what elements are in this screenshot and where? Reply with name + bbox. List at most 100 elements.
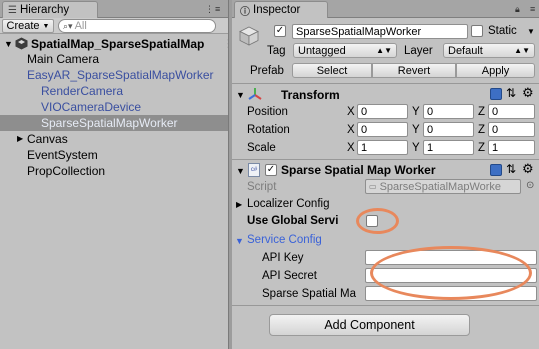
axis-y-label: Y	[412, 142, 420, 154]
hierarchy-item-main-camera[interactable]: Main Camera	[27, 52, 99, 66]
hierarchy-search-input[interactable]: ⌕▾ All	[58, 19, 216, 33]
search-icon: ⌕▾	[63, 20, 73, 31]
transform-row-label: Position	[247, 106, 288, 118]
axis-z-label: Z	[478, 124, 486, 136]
tab-inspector[interactable]: ⓘ Inspector	[234, 1, 328, 18]
axis-y-label: Y	[412, 124, 420, 136]
create-label: Create	[6, 20, 40, 32]
hierarchy-list-icon: ☰	[8, 4, 17, 16]
prefab-select-button[interactable]: Select	[292, 63, 372, 78]
component-gear-icon[interactable]: ⚙	[522, 161, 534, 177]
rotation-y-field[interactable]: 0	[423, 122, 474, 137]
separator	[232, 83, 539, 84]
scene-expand-icon[interactable]: ▼	[4, 39, 13, 49]
tab-hierarchy-label: Hierarchy	[19, 4, 70, 16]
transform-title[interactable]: Transform	[281, 88, 340, 102]
script-label: Script	[247, 181, 277, 193]
service-config-expand-icon[interactable]: ▼	[235, 236, 244, 246]
rotation-y-value: 0	[427, 123, 434, 136]
scale-y-field[interactable]: 1	[423, 140, 474, 155]
rotation-z-value: 0	[492, 123, 499, 136]
preset-sliders-icon[interactable]: ⇅	[506, 162, 516, 176]
scale-x-value: 1	[361, 141, 368, 154]
layer-label: Layer	[404, 45, 433, 57]
preset-sliders-icon[interactable]: ⇅	[506, 86, 516, 100]
tab-hierarchy[interactable]: ☰ Hierarchy	[2, 1, 98, 18]
inspector-panel-menu-icon[interactable]: ≡	[530, 4, 536, 14]
use-global-service-label: Use Global Servi	[247, 215, 339, 227]
info-icon: ⓘ	[240, 6, 250, 18]
position-z-field[interactable]: 0	[488, 104, 535, 119]
rotation-x-value: 0	[361, 123, 368, 136]
static-dropdown-icon[interactable]: ▼	[527, 27, 535, 36]
api-key-input[interactable]	[365, 250, 537, 265]
prefab-revert-button[interactable]: Revert	[372, 63, 456, 78]
prefab-apply-button[interactable]: Apply	[456, 63, 535, 78]
create-button[interactable]: Create ▼	[2, 19, 54, 33]
help-book-icon[interactable]	[490, 88, 502, 100]
localizer-expand-icon[interactable]: ▶	[236, 200, 242, 209]
prefab-label: Prefab	[250, 65, 284, 77]
static-checkbox[interactable]	[471, 25, 483, 37]
hierarchy-item-sparse-worker[interactable]: SparseSpatialMapWorker	[41, 116, 178, 130]
api-secret-input[interactable]	[365, 268, 537, 283]
worker-title[interactable]: Sparse Spatial Map Worker	[281, 163, 466, 177]
add-component-label: Add Component	[324, 318, 415, 332]
hierarchy-panel-menu-icon[interactable]: ⋮≡	[205, 4, 221, 15]
component-gear-icon[interactable]: ⚙	[522, 85, 534, 101]
object-active-checkbox[interactable]: ✓	[274, 25, 286, 37]
object-picker-icon[interactable]: ⊙	[526, 180, 534, 191]
hierarchy-item-event-system[interactable]: EventSystem	[27, 148, 98, 162]
localizer-config-label[interactable]: Localizer Config	[247, 198, 329, 210]
object-name-value: SparseSpatialMapWorker	[296, 25, 422, 38]
prefab-apply-label: Apply	[481, 64, 510, 77]
position-x-value: 0	[361, 105, 368, 118]
api-key-label: API Key	[262, 252, 304, 264]
scale-z-field[interactable]: 1	[488, 140, 535, 155]
axis-y-label: Y	[412, 106, 420, 118]
script-file-icon: c#	[248, 163, 260, 177]
position-y-field[interactable]: 0	[423, 104, 474, 119]
gameobject-cube-icon	[238, 25, 260, 47]
hierarchy-item-easyar-worker[interactable]: EasyAR_SparseSpatialMapWorker	[27, 68, 214, 82]
hierarchy-item-prop-collection[interactable]: PropCollection	[27, 164, 105, 178]
lock-icon[interactable]: 🔒︎	[515, 4, 521, 15]
rotation-z-field[interactable]: 0	[488, 122, 535, 137]
worker-expand-icon[interactable]: ▼	[236, 166, 245, 176]
chevron-updown-icon: ▲▼	[376, 46, 392, 55]
separator	[232, 159, 539, 160]
transform-axes-icon	[247, 87, 263, 101]
help-book-icon[interactable]	[490, 164, 502, 176]
canvas-expand-icon[interactable]: ▶	[17, 134, 23, 143]
position-x-field[interactable]: 0	[357, 104, 408, 119]
worker-enabled-checkbox[interactable]: ✓	[265, 164, 277, 176]
worker-title-text: Sparse Spatial Map Worker	[281, 163, 436, 177]
add-component-button[interactable]: Add Component	[269, 314, 470, 336]
scale-x-field[interactable]: 1	[357, 140, 408, 155]
axis-z-label: Z	[478, 106, 486, 118]
tag-value: Untagged	[298, 44, 346, 57]
tag-dropdown[interactable]: Untagged ▲▼	[293, 43, 397, 58]
sparse-spatial-map-label: Sparse Spatial Ma	[262, 288, 356, 300]
transform-row-label: Rotation	[247, 124, 290, 136]
axis-x-label: X	[347, 124, 355, 136]
service-config-label[interactable]: Service Config	[247, 234, 322, 246]
script-value: SparseSpatialMapWorke	[379, 180, 502, 193]
axis-x-label: X	[347, 142, 355, 154]
object-name-field[interactable]: SparseSpatialMapWorker	[292, 24, 468, 39]
use-global-service-checkbox[interactable]	[366, 215, 378, 227]
hierarchy-item-render-camera[interactable]: RenderCamera	[41, 84, 123, 98]
scene-name[interactable]: SpatialMap_SparseSpatialMap	[31, 37, 204, 51]
hierarchy-item-vio-camera-device[interactable]: VIOCameraDevice	[41, 100, 141, 114]
panel-splitter[interactable]	[228, 0, 232, 349]
hierarchy-item-canvas[interactable]: Canvas	[27, 132, 68, 146]
prefab-revert-label: Revert	[397, 64, 431, 77]
chevron-updown-icon: ▲▼	[514, 46, 530, 55]
scale-y-value: 1	[427, 141, 434, 154]
sparse-spatial-map-input[interactable]	[365, 286, 537, 301]
transform-row-label: Scale	[247, 142, 276, 154]
layer-dropdown[interactable]: Default ▲▼	[443, 43, 535, 58]
transform-expand-icon[interactable]: ▼	[236, 90, 245, 100]
script-object-field[interactable]: ▭ SparseSpatialMapWorke	[365, 179, 521, 194]
rotation-x-field[interactable]: 0	[357, 122, 408, 137]
